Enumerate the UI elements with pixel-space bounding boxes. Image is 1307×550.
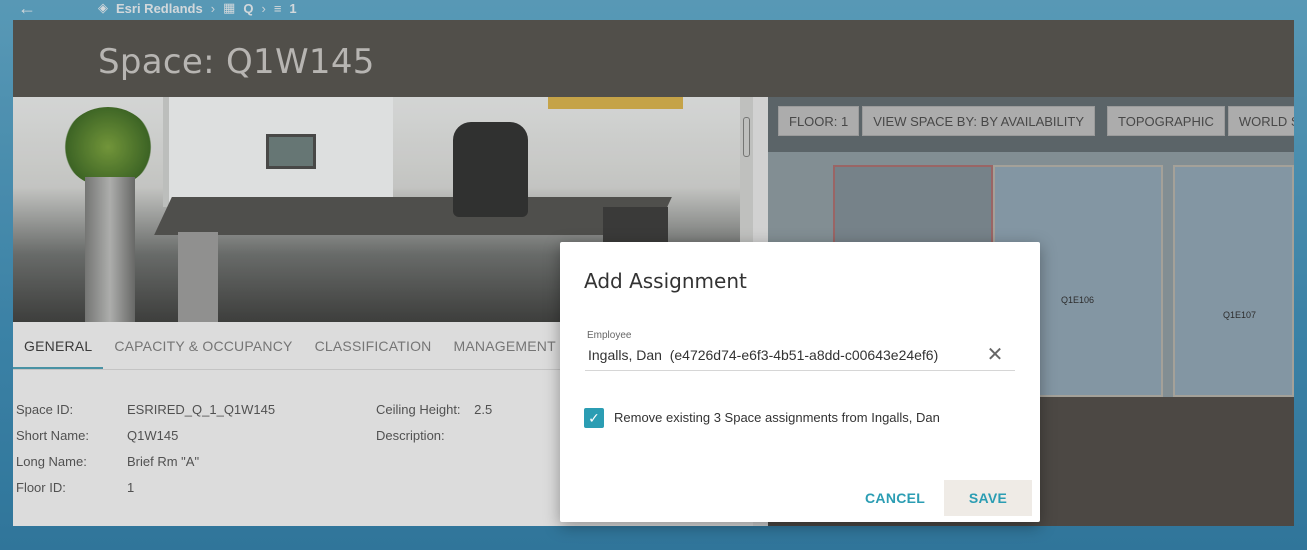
remove-assignments-label: Remove existing 3 Space assignments from… (614, 410, 940, 425)
add-assignment-dialog: Add Assignment Employee Ingalls, Dan (e4… (560, 242, 1040, 522)
dialog-title: Add Assignment (584, 269, 747, 293)
employee-label: Employee (587, 330, 632, 341)
employee-field[interactable]: Ingalls, Dan (e4726d74-e6f3-4b51-a8dd-c0… (585, 344, 1015, 371)
save-button[interactable]: SAVE (944, 480, 1032, 516)
cancel-button[interactable]: CANCEL (855, 480, 935, 516)
remove-assignments-checkbox[interactable]: ✓ (584, 408, 604, 428)
close-icon[interactable]: ✕ (985, 345, 1005, 366)
